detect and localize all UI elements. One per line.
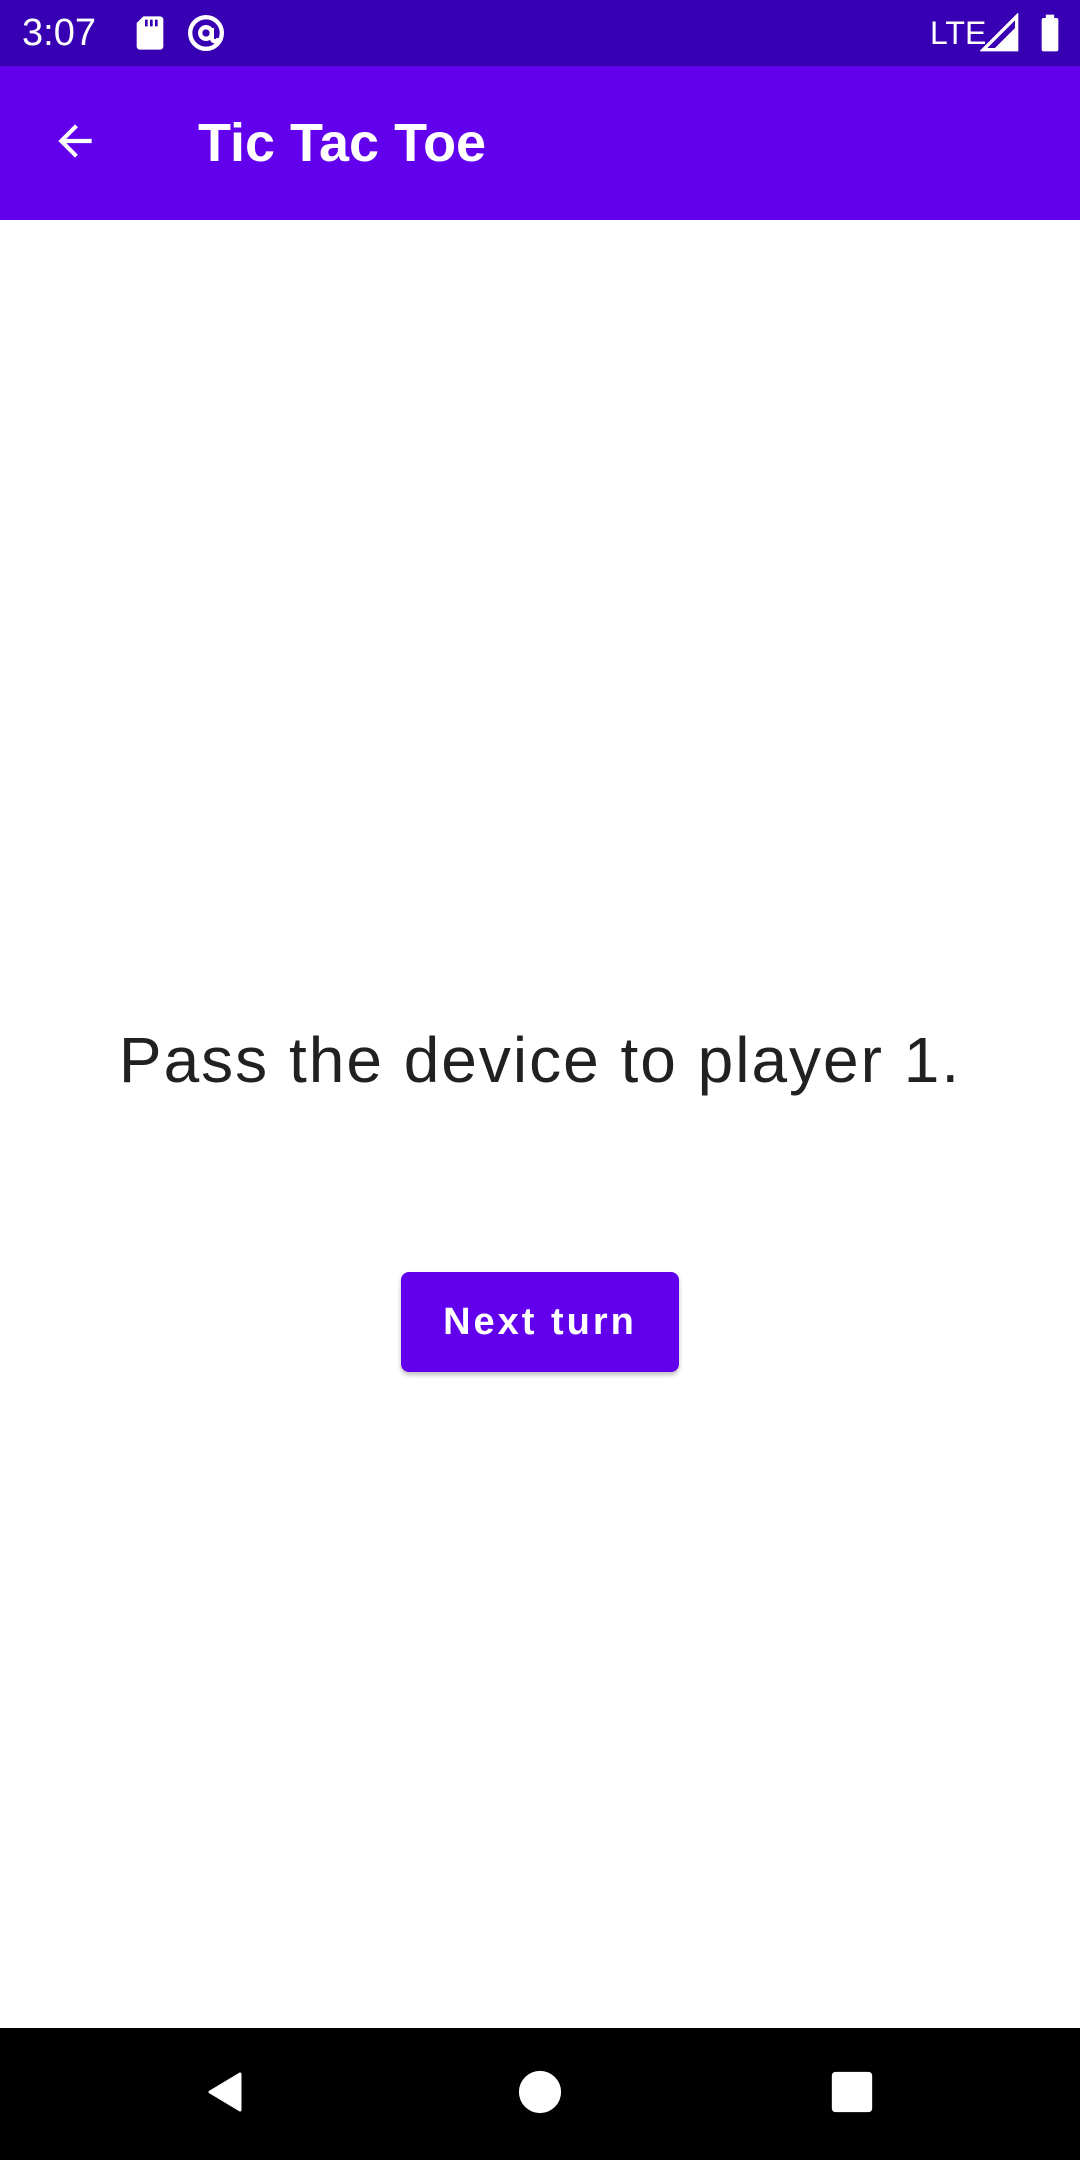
recents-nav-icon [830,2070,874,2119]
nav-recents-button[interactable] [812,2054,892,2134]
pass-device-message: Pass the device to player 1. [118,1024,962,1096]
back-arrow-icon [50,116,100,171]
status-bar: 3:07 LTE [0,0,1080,66]
nav-home-button[interactable] [500,2054,580,2134]
at-sign-icon [186,13,226,53]
home-nav-icon [517,2069,563,2120]
signal-icon [979,12,1020,53]
sd-card-icon [130,13,170,53]
network-type: LTE [930,15,987,51]
next-turn-label: Next turn [443,1300,637,1343]
back-button[interactable] [38,106,112,180]
battery-icon [1030,13,1070,53]
app-bar: Tic Tac Toe [0,66,1080,220]
back-nav-icon [202,2068,250,2121]
status-time: 3:07 [22,12,96,54]
app-title: Tic Tac Toe [198,113,487,173]
screen: 3:07 LTE Tic Tac Toe Pass the device to … [0,0,1080,2160]
nav-back-button[interactable] [186,2054,266,2134]
next-turn-button[interactable]: Next turn [401,1272,679,1372]
navigation-bar [0,2028,1080,2160]
